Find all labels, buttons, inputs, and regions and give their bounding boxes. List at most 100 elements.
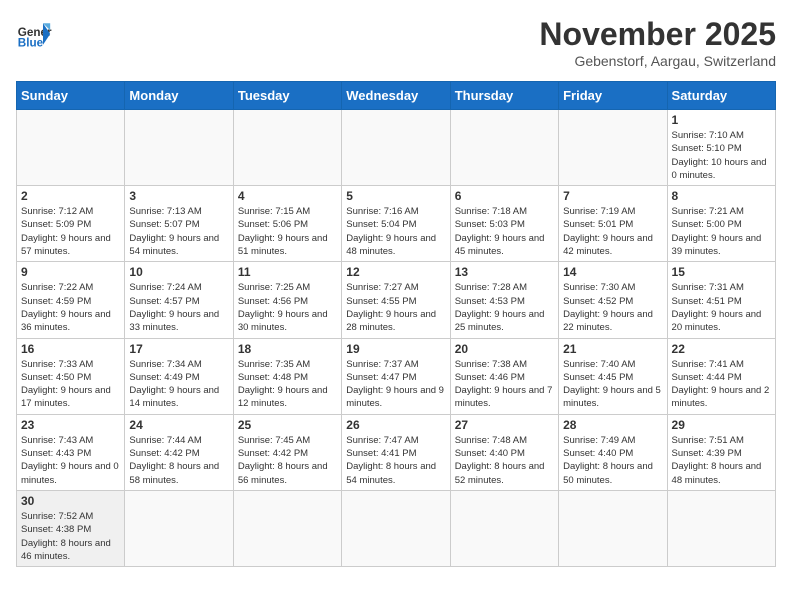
calendar-week-row: 9 Sunrise: 7:22 AM Sunset: 4:59 PM Daylig… <box>17 262 776 338</box>
day-info: Sunrise: 7:47 AM Sunset: 4:41 PM Dayligh… <box>346 434 445 487</box>
day-number: 10 <box>129 265 228 279</box>
calendar-cell <box>667 490 775 566</box>
day-number: 22 <box>672 342 771 356</box>
day-info: Sunrise: 7:19 AM Sunset: 5:01 PM Dayligh… <box>563 205 662 258</box>
calendar-cell <box>450 490 558 566</box>
day-info: Sunrise: 7:28 AM Sunset: 4:53 PM Dayligh… <box>455 281 554 334</box>
calendar-cell: 9 Sunrise: 7:22 AM Sunset: 4:59 PM Daylig… <box>17 262 125 338</box>
day-number: 26 <box>346 418 445 432</box>
day-info: Sunrise: 7:35 AM Sunset: 4:48 PM Dayligh… <box>238 358 337 411</box>
day-number: 14 <box>563 265 662 279</box>
day-number: 19 <box>346 342 445 356</box>
day-number: 29 <box>672 418 771 432</box>
day-info: Sunrise: 7:31 AM Sunset: 4:51 PM Dayligh… <box>672 281 771 334</box>
day-number: 6 <box>455 189 554 203</box>
day-info: Sunrise: 7:12 AM Sunset: 5:09 PM Dayligh… <box>21 205 120 258</box>
calendar-cell: 7 Sunrise: 7:19 AM Sunset: 5:01 PM Daylig… <box>559 186 667 262</box>
calendar-cell: 26 Sunrise: 7:47 AM Sunset: 4:41 PM Dayli… <box>342 414 450 490</box>
calendar-cell: 11 Sunrise: 7:25 AM Sunset: 4:56 PM Dayli… <box>233 262 341 338</box>
calendar-week-row: 16 Sunrise: 7:33 AM Sunset: 4:50 PM Dayli… <box>17 338 776 414</box>
day-number: 3 <box>129 189 228 203</box>
month-title: November 2025 <box>539 16 776 53</box>
calendar-cell: 4Sunrise: 7:15 AM Sunset: 5:06 PM Daylig… <box>233 186 341 262</box>
calendar-week-row: 23 Sunrise: 7:43 AM Sunset: 4:43 PM Dayli… <box>17 414 776 490</box>
day-info: Sunrise: 7:27 AM Sunset: 4:55 PM Dayligh… <box>346 281 445 334</box>
calendar-cell <box>125 490 233 566</box>
calendar-cell <box>559 110 667 186</box>
location-title: Gebenstorf, Aargau, Switzerland <box>539 53 776 69</box>
calendar-cell <box>17 110 125 186</box>
calendar-cell: 18 Sunrise: 7:35 AM Sunset: 4:48 PM Dayli… <box>233 338 341 414</box>
calendar-cell: 19 Sunrise: 7:37 AM Sunset: 4:47 PM Dayli… <box>342 338 450 414</box>
day-number: 8 <box>672 189 771 203</box>
calendar-cell: 27Sunrise: 7:48 AM Sunset: 4:40 PM Dayli… <box>450 414 558 490</box>
day-number: 2 <box>21 189 120 203</box>
calendar-cell: 24 Sunrise: 7:44 AM Sunset: 4:42 PM Dayli… <box>125 414 233 490</box>
day-info: Sunrise: 7:43 AM Sunset: 4:43 PM Dayligh… <box>21 434 120 487</box>
day-number: 23 <box>21 418 120 432</box>
calendar-cell: 3 Sunrise: 7:13 AM Sunset: 5:07 PM Daylig… <box>125 186 233 262</box>
calendar-cell: 14 Sunrise: 7:30 AM Sunset: 4:52 PM Dayli… <box>559 262 667 338</box>
calendar-cell: 12 Sunrise: 7:27 AM Sunset: 4:55 PM Dayli… <box>342 262 450 338</box>
calendar-cell: 23 Sunrise: 7:43 AM Sunset: 4:43 PM Dayli… <box>17 414 125 490</box>
day-info: Sunrise: 7:44 AM Sunset: 4:42 PM Dayligh… <box>129 434 228 487</box>
calendar-cell: 30Sunrise: 7:52 AM Sunset: 4:38 PM Dayli… <box>17 490 125 566</box>
calendar-cell: 28 Sunrise: 7:49 AM Sunset: 4:40 PM Dayli… <box>559 414 667 490</box>
col-friday: Friday <box>559 82 667 110</box>
calendar-week-row: 30Sunrise: 7:52 AM Sunset: 4:38 PM Dayli… <box>17 490 776 566</box>
calendar-cell: 21Sunrise: 7:40 AM Sunset: 4:45 PM Dayli… <box>559 338 667 414</box>
day-number: 9 <box>21 265 120 279</box>
day-info: Sunrise: 7:37 AM Sunset: 4:47 PM Dayligh… <box>346 358 445 411</box>
day-info: Sunrise: 7:25 AM Sunset: 4:56 PM Dayligh… <box>238 281 337 334</box>
calendar-cell <box>125 110 233 186</box>
day-number: 25 <box>238 418 337 432</box>
day-number: 5 <box>346 189 445 203</box>
calendar-cell <box>559 490 667 566</box>
calendar-cell: 1 Sunrise: 7:10 AM Sunset: 5:10 PM Daylig… <box>667 110 775 186</box>
calendar-cell: 8Sunrise: 7:21 AM Sunset: 5:00 PM Daylig… <box>667 186 775 262</box>
day-number: 11 <box>238 265 337 279</box>
day-number: 15 <box>672 265 771 279</box>
day-info: Sunrise: 7:33 AM Sunset: 4:50 PM Dayligh… <box>21 358 120 411</box>
day-number: 27 <box>455 418 554 432</box>
day-info: Sunrise: 7:51 AM Sunset: 4:39 PM Dayligh… <box>672 434 771 487</box>
day-number: 17 <box>129 342 228 356</box>
svg-text:Blue: Blue <box>18 37 44 50</box>
day-info: Sunrise: 7:18 AM Sunset: 5:03 PM Dayligh… <box>455 205 554 258</box>
day-info: Sunrise: 7:22 AM Sunset: 4:59 PM Dayligh… <box>21 281 120 334</box>
calendar-cell: 17Sunrise: 7:34 AM Sunset: 4:49 PM Dayli… <box>125 338 233 414</box>
col-thursday: Thursday <box>450 82 558 110</box>
day-number: 20 <box>455 342 554 356</box>
col-sunday: Sunday <box>17 82 125 110</box>
day-info: Sunrise: 7:41 AM Sunset: 4:44 PM Dayligh… <box>672 358 771 411</box>
day-info: Sunrise: 7:13 AM Sunset: 5:07 PM Dayligh… <box>129 205 228 258</box>
day-number: 28 <box>563 418 662 432</box>
calendar-cell <box>233 490 341 566</box>
page-header: General Blue November 2025 Gebenstorf, A… <box>16 16 776 69</box>
calendar-cell: 10 Sunrise: 7:24 AM Sunset: 4:57 PM Dayli… <box>125 262 233 338</box>
day-info: Sunrise: 7:49 AM Sunset: 4:40 PM Dayligh… <box>563 434 662 487</box>
logo-icon: General Blue <box>16 16 52 52</box>
calendar-cell: 29 Sunrise: 7:51 AM Sunset: 4:39 PM Dayli… <box>667 414 775 490</box>
calendar-cell <box>233 110 341 186</box>
day-number: 18 <box>238 342 337 356</box>
day-number: 12 <box>346 265 445 279</box>
day-number: 24 <box>129 418 228 432</box>
day-info: Sunrise: 7:30 AM Sunset: 4:52 PM Dayligh… <box>563 281 662 334</box>
day-number: 13 <box>455 265 554 279</box>
calendar-week-row: 1 Sunrise: 7:10 AM Sunset: 5:10 PM Daylig… <box>17 110 776 186</box>
day-number: 1 <box>672 113 771 127</box>
calendar-cell: 25Sunrise: 7:45 AM Sunset: 4:42 PM Dayli… <box>233 414 341 490</box>
col-saturday: Saturday <box>667 82 775 110</box>
day-number: 7 <box>563 189 662 203</box>
day-info: Sunrise: 7:10 AM Sunset: 5:10 PM Dayligh… <box>672 129 771 182</box>
calendar-cell: 15 Sunrise: 7:31 AM Sunset: 4:51 PM Dayli… <box>667 262 775 338</box>
calendar-cell <box>342 490 450 566</box>
calendar-cell: 5Sunrise: 7:16 AM Sunset: 5:04 PM Daylig… <box>342 186 450 262</box>
calendar-cell: 6 Sunrise: 7:18 AM Sunset: 5:03 PM Daylig… <box>450 186 558 262</box>
calendar-cell: 2 Sunrise: 7:12 AM Sunset: 5:09 PM Daylig… <box>17 186 125 262</box>
calendar-cell: 20Sunrise: 7:38 AM Sunset: 4:46 PM Dayli… <box>450 338 558 414</box>
day-number: 16 <box>21 342 120 356</box>
day-number: 30 <box>21 494 120 508</box>
day-info: Sunrise: 7:24 AM Sunset: 4:57 PM Dayligh… <box>129 281 228 334</box>
